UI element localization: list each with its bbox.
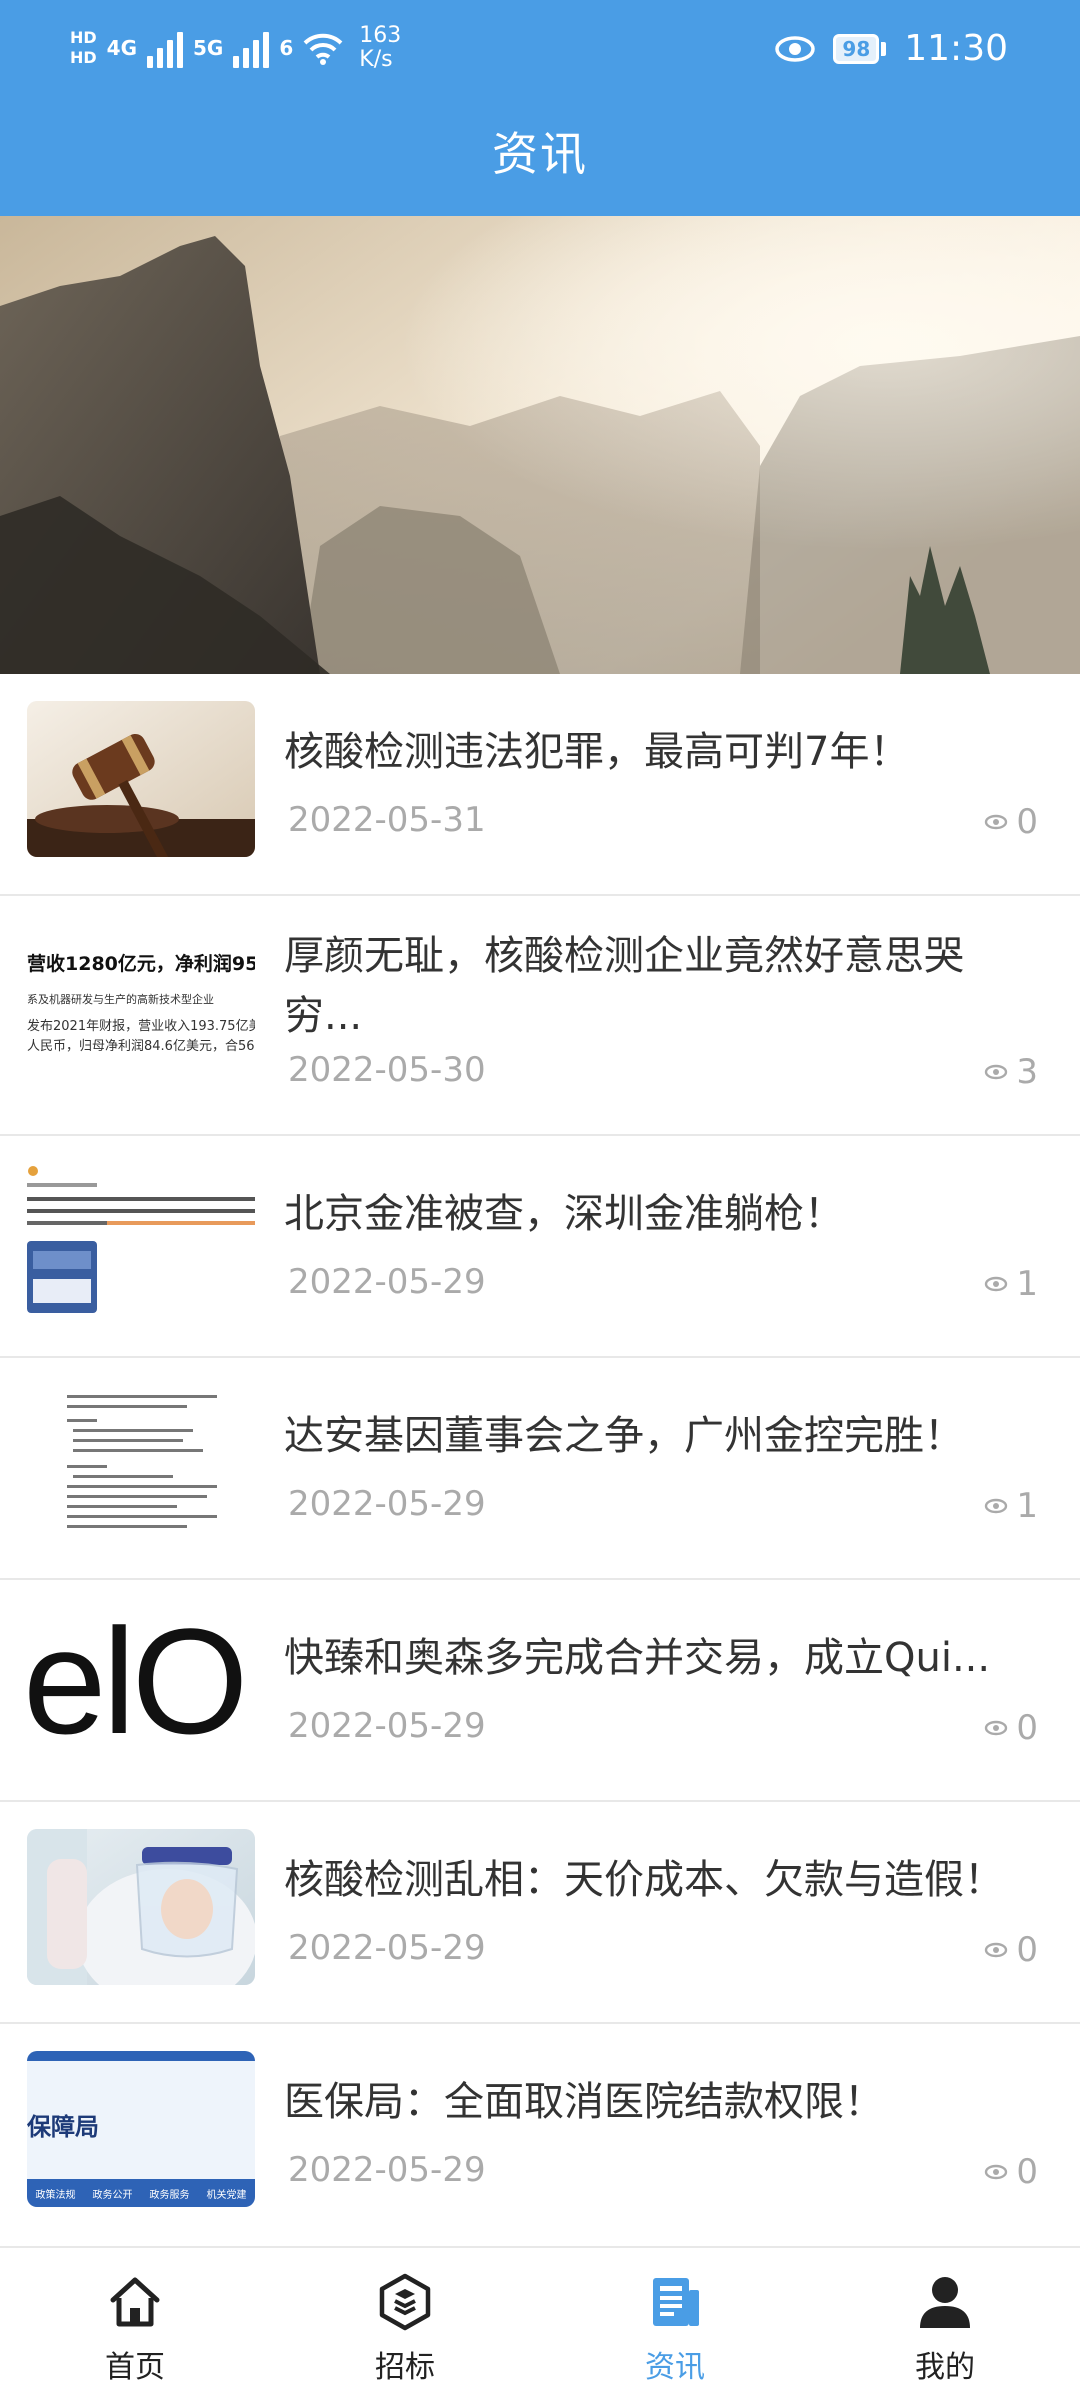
view-count-value: 1 [1016,1264,1038,1304]
news-date: 2022-05-29 [288,1706,486,1746]
news-icon [653,2278,699,2326]
logo-text-thumbnail: elO [27,1607,255,1763]
thumb-text-line: 系及机器研发与生产的高新技术型企业 [27,993,214,1006]
thumb-text-headline: 营收1280亿元，净利润956亿 [27,953,255,975]
nav-item-tender[interactable]: 招标 [270,2248,540,2400]
news-notice-thumbnail [27,1163,255,1319]
signal-icon-2 [233,28,270,68]
news-item[interactable]: 北京金准被查，深圳金准躺枪！ 2022-05-29 1 [0,1136,1080,1358]
news-item[interactable]: 核酸检测乱相：天价成本、欠款与造假！ 2022-05-29 0 [0,1802,1080,2024]
eye-comfort-icon [775,35,816,62]
news-title: 快臻和奥森多完成合并交易，成立Qui... [284,1635,991,1681]
view-count-value: 0 [1016,2152,1038,2192]
news-date: 2022-05-29 [288,1928,486,1968]
news-view-count: 0 [984,1930,1038,1970]
nav-item-home[interactable]: 首页 [0,2248,270,2400]
home-icon [110,2277,160,2327]
tender-icon [379,2273,431,2331]
news-date: 2022-05-30 [288,1050,486,1090]
news-list: 核酸检测违法犯罪，最高可判7年！ 2022-05-31 0 营收1280亿元，净… [0,674,1080,2246]
net-speed: 163 K/s [359,24,401,72]
thumb-logo-text: elO [27,1607,248,1763]
net-speed-unit: K/s [359,47,393,72]
thumb-text-line: 发布2021年财报，营业收入193.75亿美元 [27,1019,255,1034]
gov-website-thumbnail: 保障局 政策法规 政务公开 政务服务 机关党建 [27,2051,255,2207]
thumb-tab: 政策法规 [35,2189,76,2201]
view-count-value: 0 [1016,1930,1038,1970]
eye-icon [985,1276,1008,1292]
thumb-tab: 机关党建 [206,2189,247,2201]
news-title: 厚颜无耻，核酸检测企业竟然好意思哭穷... [284,933,964,1039]
news-view-count: 0 [984,2152,1038,2192]
battery-icon: 98 [833,33,887,64]
view-count-value: 0 [1016,1708,1038,1748]
page-title: 资讯 [492,127,588,181]
signal-icon [147,28,184,68]
network-type-1: 4G [106,36,138,60]
news-view-count: 1 [984,1486,1038,1526]
hd-label-bottom: HD [70,48,97,67]
eye-icon [985,2164,1008,2180]
status-bar: HD HD 4G 5G 6 163 K/s 98 11:30 [0,0,1080,100]
nav-label: 我的 [915,2350,975,2385]
eye-icon [985,1064,1008,1080]
eye-icon [985,1498,1008,1514]
news-item[interactable]: 达安基因董事会之争，广州金控完胜！ 2022-05-29 1 [0,1358,1080,1580]
news-item[interactable]: 保障局 政策法规 政务公开 政务服务 机关党建 医保局：全面取消医院结款权限！ … [0,2024,1080,2246]
news-view-count: 0 [984,1708,1038,1748]
thumb-tab: 政务公开 [92,2189,133,2201]
news-date: 2022-05-29 [288,2150,486,2190]
eye-icon [985,1720,1008,1736]
document-thumbnail [27,1385,255,1541]
nav-item-news[interactable]: 资讯 [540,2248,810,2400]
news-title: 核酸检测违法犯罪，最高可判7年！ [284,729,910,775]
status-right: 98 11:30 [775,28,1008,69]
nav-item-profile[interactable]: 我的 [810,2248,1080,2400]
hd-indicator: HD HD [70,28,97,68]
news-title: 北京金准被查，深圳金准躺枪！ [284,1191,844,1237]
eye-icon [985,814,1008,830]
user-icon [920,2277,970,2328]
hd-label-top: HD [70,28,97,47]
gavel-photo-thumbnail [27,701,255,857]
nav-label: 首页 [105,2350,165,2385]
news-view-count: 1 [984,1264,1038,1304]
nav-label: 资讯 [645,2350,705,2385]
news-item[interactable]: 核酸检测违法犯罪，最高可判7年！ 2022-05-31 0 [0,674,1080,896]
financial-report-thumbnail: 营收1280亿元，净利润956亿 系及机器研发与生产的高新技术型企业 发布202… [27,923,255,1093]
view-count-value: 3 [1016,1052,1038,1092]
news-item[interactable]: elO 快臻和奥森多完成合并交易，成立Qui... 2022-05-29 0 [0,1580,1080,1802]
view-count-value: 0 [1016,802,1038,842]
bottom-nav: 首页 招标 资讯 我的 [0,2246,1080,2400]
app-header: HD HD 4G 5G 6 163 K/s 98 11:30 资讯 [0,0,1080,216]
network-type-2: 5G [193,36,224,60]
news-view-count: 0 [984,802,1038,842]
thumb-site-title: 保障局 [27,2113,99,2141]
nav-label: 招标 [375,2350,435,2385]
news-item[interactable]: 营收1280亿元，净利润956亿 系及机器研发与生产的高新技术型企业 发布202… [0,896,1080,1136]
clock: 11:30 [904,28,1008,69]
eye-icon [985,1942,1008,1958]
news-date: 2022-05-29 [288,1484,486,1524]
news-title: 达安基因董事会之争，广州金控完胜！ [284,1413,964,1459]
wifi-icon [303,33,343,65]
thumb-tab: 政务服务 [149,2189,190,2201]
news-title: 核酸检测乱相：天价成本、欠款与造假！ [284,1857,1004,1903]
news-date: 2022-05-31 [288,800,486,840]
wifi-badge: 6 [279,36,294,60]
news-date: 2022-05-29 [288,1262,486,1302]
net-speed-value: 163 [359,23,402,48]
news-title: 医保局：全面取消医院结款权限！ [284,2079,884,2125]
view-count-value: 1 [1016,1486,1038,1526]
news-view-count: 3 [984,1052,1038,1092]
mountain-landscape-image [0,216,1080,674]
face-shield-photo-thumbnail [27,1829,255,1985]
battery-level: 98 [833,33,880,64]
thumb-text-line: 人民币，归母净利润84.6亿美元，合560亿 [27,1039,255,1054]
status-left: HD HD 4G 5G 6 163 K/s [70,24,401,72]
banner-carousel[interactable] [0,216,1080,674]
